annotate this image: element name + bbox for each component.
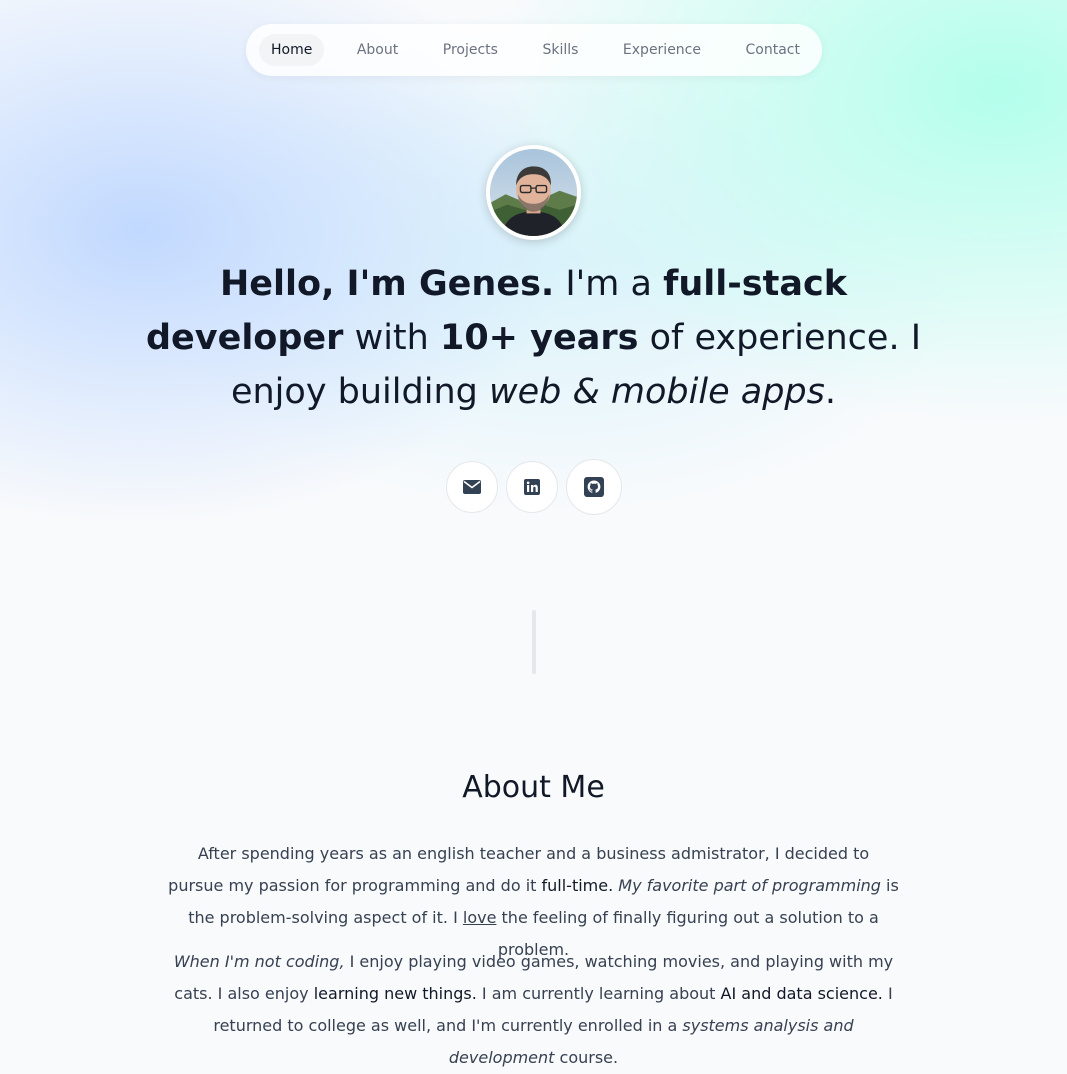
about-fulltime: full-time.	[541, 876, 614, 895]
about-not-coding: When I'm not coding,	[173, 952, 345, 971]
top-navbar: Home About Projects Skills Experience Co…	[246, 24, 822, 76]
hero-greeting: Hello, I'm Genes.	[220, 264, 555, 304]
nav-about[interactable]: About	[345, 34, 410, 66]
section-divider	[532, 610, 536, 674]
hero-period: .	[824, 372, 837, 412]
hero-years: 10+ years	[439, 318, 639, 358]
page: Home About Projects Skills Experience Co…	[0, 0, 1067, 1067]
linkedin-button[interactable]	[506, 461, 558, 513]
about-paragraph-2: When I'm not coding, I enjoy playing vid…	[168, 946, 899, 1074]
github-icon	[584, 477, 604, 497]
email-button[interactable]	[446, 461, 498, 513]
nav-experience[interactable]: Experience	[611, 34, 713, 66]
nav-home[interactable]: Home	[259, 34, 325, 66]
nav-skills[interactable]: Skills	[530, 34, 590, 66]
social-links	[446, 459, 622, 515]
about-learning: learning new things.	[313, 984, 477, 1003]
nav-contact[interactable]: Contact	[734, 34, 812, 66]
about-p2-text-4: course.	[559, 1048, 619, 1067]
linkedin-icon	[524, 479, 540, 495]
github-button[interactable]	[566, 459, 622, 515]
nav-projects[interactable]: Projects	[431, 34, 510, 66]
avatar	[486, 145, 581, 240]
hero-im-a: I'm a	[565, 264, 652, 304]
avatar-photo	[490, 149, 577, 236]
about-favorite-part: My favorite part of programming	[618, 876, 881, 895]
hero-with: with	[354, 318, 429, 358]
hero-apps: web & mobile apps	[489, 372, 825, 412]
about-love: love	[462, 908, 497, 927]
envelope-icon	[463, 480, 481, 494]
about-title: About Me	[462, 770, 605, 805]
hero-heading: Hello, I'm Genes. I'm a full-stack devel…	[133, 257, 934, 419]
about-p2-text-2: I am currently learning about	[481, 984, 716, 1003]
about-ai-data: AI and data science.	[720, 984, 883, 1003]
